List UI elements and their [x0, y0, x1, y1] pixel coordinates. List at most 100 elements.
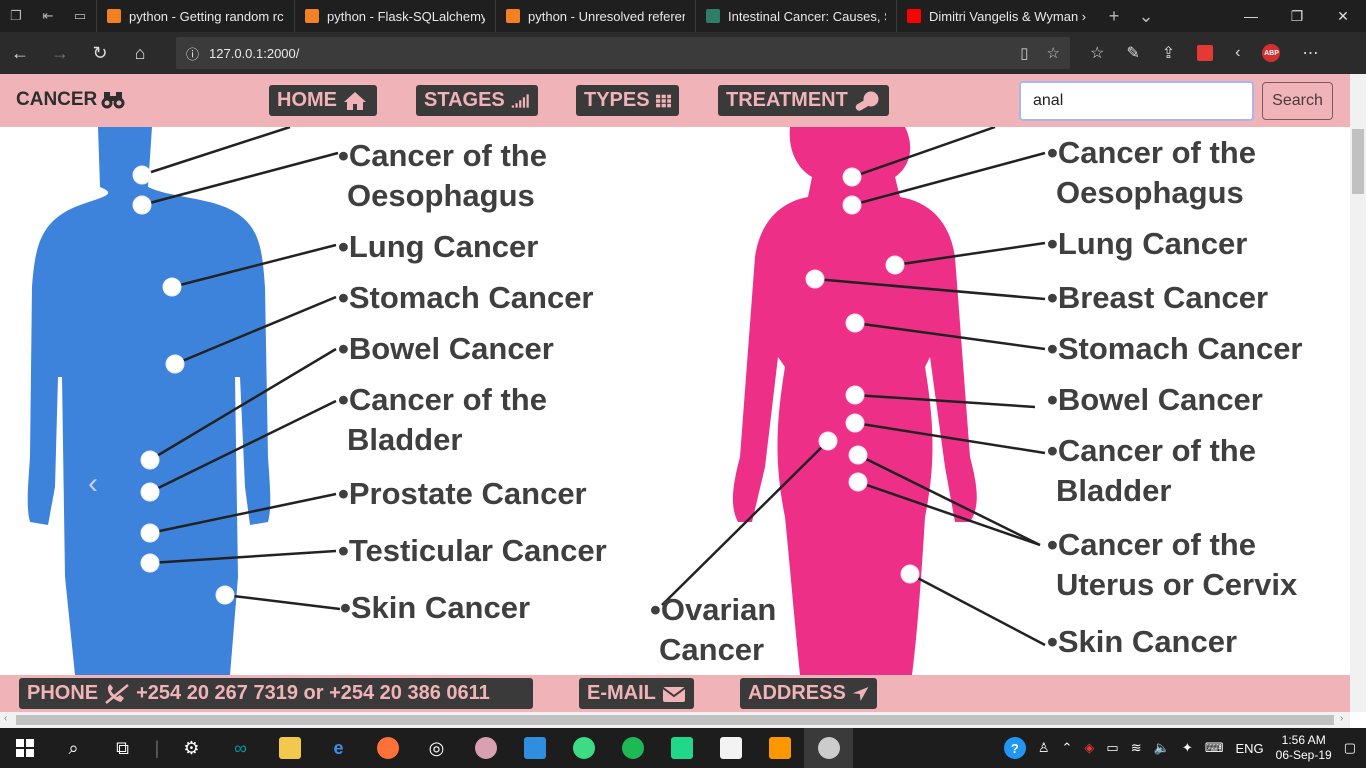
- tab-list-chevron-icon[interactable]: ⌄: [1130, 6, 1162, 27]
- target-app-icon[interactable]: ◎: [412, 728, 461, 768]
- grid-icon: [655, 94, 671, 107]
- pen-icon[interactable]: ✎: [1126, 43, 1139, 63]
- people-icon[interactable]: ♙: [1038, 740, 1050, 756]
- tab-preview-icon[interactable]: ❐: [0, 0, 32, 32]
- house-icon: [344, 91, 366, 110]
- search-input[interactable]: [1019, 81, 1254, 121]
- nav-stages-label: STAGES: [424, 89, 505, 111]
- clock-date: 06-Sep-19: [1275, 748, 1332, 762]
- close-icon[interactable]: ✕: [1320, 0, 1366, 32]
- language-indicator[interactable]: ENG: [1235, 741, 1263, 756]
- android-studio-icon[interactable]: [559, 728, 608, 768]
- nav-home[interactable]: HOME: [269, 85, 377, 116]
- scroll-right-icon[interactable]: ›: [1340, 713, 1343, 724]
- forward-icon[interactable]: →: [40, 32, 80, 74]
- info-icon[interactable]: ⓘ: [186, 44, 199, 63]
- horizontal-scrollbar-thumb[interactable]: [16, 715, 1334, 725]
- female-label: Oesophagus: [1056, 175, 1244, 210]
- nav-stages[interactable]: STAGES: [416, 85, 538, 116]
- browser-tab[interactable]: python - Flask-SQLalchemy: [294, 0, 495, 32]
- pycharm-icon[interactable]: [657, 728, 706, 768]
- location-arrow-icon: [852, 686, 869, 701]
- address-label: ADDRESS: [748, 682, 846, 704]
- male-label: Oesophagus: [347, 178, 535, 213]
- tray-chevron-up-icon[interactable]: ⌃: [1062, 740, 1073, 756]
- favorite-star-icon[interactable]: ☆: [1047, 44, 1060, 62]
- spotify-icon[interactable]: [608, 728, 657, 768]
- browser-tab[interactable]: Dimitri Vangelis & Wyman ›: [896, 0, 1098, 32]
- vertical-scrollbar-thumb[interactable]: [1352, 129, 1364, 194]
- browser-tab-strip: ❐ ⇤ ▭ python - Getting random rc python …: [0, 0, 1366, 32]
- more-icon[interactable]: ⋯: [1302, 43, 1318, 63]
- back-icon[interactable]: ←: [0, 32, 40, 74]
- horizontal-scrollbar[interactable]: ‹ ›: [0, 712, 1350, 728]
- active-app-icon[interactable]: [804, 728, 853, 768]
- tab-label: Dimitri Vangelis & Wyman ›: [929, 8, 1087, 24]
- address-button[interactable]: ADDRESS: [740, 678, 877, 709]
- adblock-icon[interactable]: ABP: [1262, 44, 1281, 62]
- tab-label: python - Flask-SQLalchemy: [327, 8, 485, 24]
- share-icon[interactable]: ⇪: [1162, 43, 1175, 63]
- stackoverflow-icon: [506, 9, 520, 23]
- scroll-left-icon[interactable]: ‹: [4, 713, 7, 724]
- tab-actions-icon[interactable]: ▭: [64, 0, 96, 32]
- browser-tab[interactable]: Intestinal Cancer: Causes, Sy: [695, 0, 896, 32]
- settings-gear-icon[interactable]: ⚙: [167, 728, 216, 768]
- file-explorer-icon[interactable]: [265, 728, 314, 768]
- search-button[interactable]: Search: [1262, 82, 1333, 120]
- clock[interactable]: 1:56 AM 06-Sep-19: [1276, 733, 1332, 763]
- vertical-scrollbar[interactable]: [1350, 74, 1366, 712]
- email-label: E-MAIL: [587, 682, 656, 704]
- maximize-icon[interactable]: ❐: [1274, 0, 1320, 32]
- email-button[interactable]: E-MAIL: [579, 678, 694, 709]
- female-label: •Breast Cancer: [1047, 280, 1269, 315]
- extension-arrow-icon[interactable]: ‹: [1235, 44, 1240, 62]
- windows-start-icon[interactable]: [0, 728, 49, 768]
- carousel-prev-chevron-icon[interactable]: ‹: [88, 467, 98, 501]
- extension-icon[interactable]: [1197, 45, 1214, 61]
- site-navbar: CANCER HOME STAGES TYPES TREATMENT anal …: [0, 74, 1350, 127]
- female-label: •Ovarian: [650, 592, 777, 627]
- address-bar[interactable]: ⓘ 127.0.0.1:2000/ ▯ ☆: [176, 37, 1070, 69]
- stackoverflow-icon: [107, 9, 121, 23]
- new-tab-icon[interactable]: +: [1098, 6, 1130, 27]
- app-icon[interactable]: [461, 728, 510, 768]
- battery-icon[interactable]: ▭: [1106, 740, 1118, 756]
- notifications-icon[interactable]: ▢: [1344, 740, 1356, 756]
- clock-time: 1:56 AM: [1281, 733, 1326, 747]
- brand[interactable]: CANCER: [16, 89, 125, 111]
- nav-types[interactable]: TYPES: [576, 85, 679, 116]
- help-icon[interactable]: ?: [1003, 737, 1026, 759]
- minimize-icon[interactable]: —: [1228, 0, 1274, 32]
- nav-treatment[interactable]: TREATMENT: [718, 85, 889, 116]
- female-label: •Cancer of the: [1047, 527, 1256, 562]
- store-icon[interactable]: [510, 728, 559, 768]
- sublime-text-icon[interactable]: [755, 728, 804, 768]
- phone-button[interactable]: PHONE +254 20 267 7319 or +254 20 386 06…: [19, 678, 533, 709]
- cancer-carousel: •Cancer of the Oesophagus •Lung Cancer •…: [0, 127, 1350, 675]
- volume-icon[interactable]: 🔈: [1154, 740, 1170, 756]
- reading-view-icon[interactable]: ▯: [1020, 44, 1028, 62]
- browser-tab[interactable]: python - Getting random rc: [96, 0, 294, 32]
- favorites-icon[interactable]: ☆: [1090, 43, 1104, 63]
- task-view-icon[interactable]: ⧉: [98, 728, 147, 768]
- dropbox-icon[interactable]: ✦: [1182, 740, 1193, 756]
- keyboard-icon[interactable]: ⌨: [1205, 740, 1224, 756]
- pills-icon: [855, 91, 879, 111]
- phone-numbers: +254 20 267 7319 or +254 20 386 0611: [136, 682, 490, 704]
- set-aside-tabs-icon[interactable]: ⇤: [32, 0, 64, 32]
- wifi-icon[interactable]: ≋: [1131, 740, 1142, 756]
- edge-browser-icon[interactable]: e: [314, 728, 363, 768]
- arduino-icon[interactable]: ∞: [216, 728, 265, 768]
- phone-label: PHONE: [27, 682, 99, 704]
- browser-tab[interactable]: python - Unresolved referer: [495, 0, 695, 32]
- tray-app-icon[interactable]: ◈: [1084, 740, 1094, 756]
- firefox-icon[interactable]: [363, 728, 412, 768]
- male-label: •Lung Cancer: [338, 229, 539, 264]
- refresh-icon[interactable]: ↻: [80, 32, 120, 74]
- binoculars-icon: [101, 92, 125, 109]
- search-icon[interactable]: ⌕: [49, 728, 98, 768]
- home-icon[interactable]: ⌂: [120, 32, 160, 74]
- spreadsheet-app-icon[interactable]: [706, 728, 755, 768]
- female-label: Cancer: [659, 632, 765, 667]
